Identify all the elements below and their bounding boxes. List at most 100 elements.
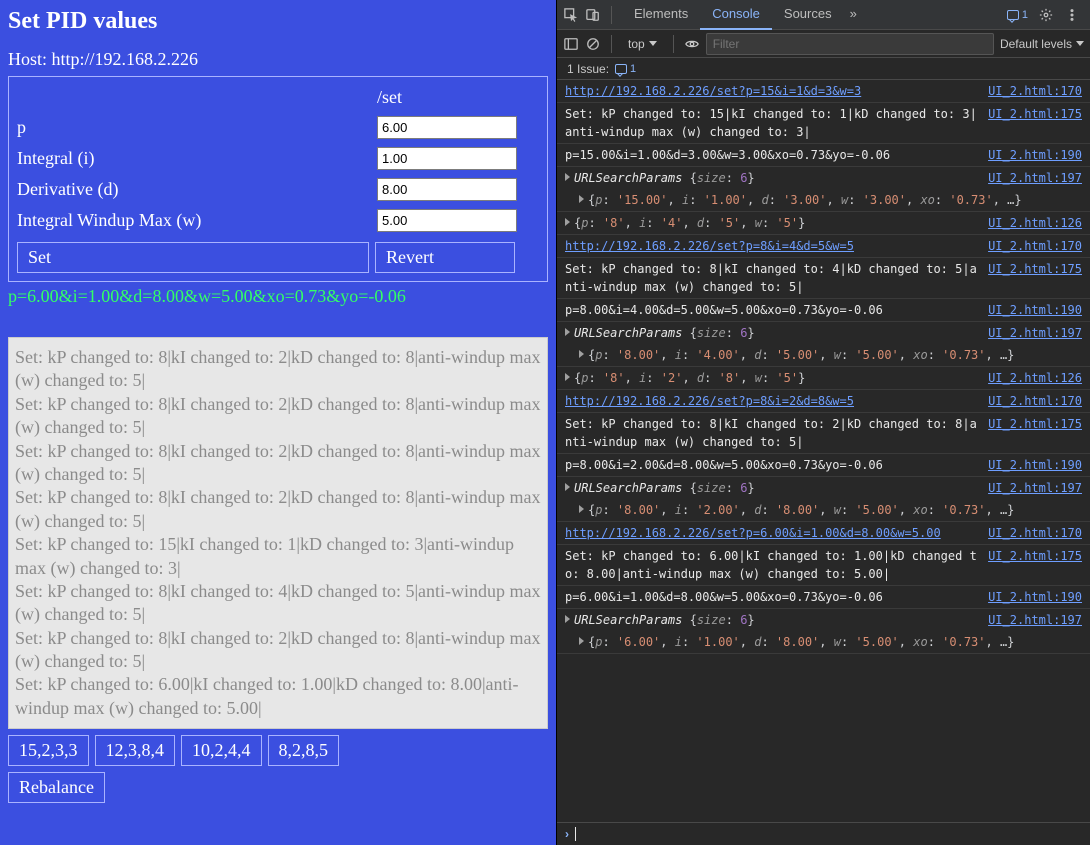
query-output: p=6.00&i=1.00&d=8.00&w=5.00&xo=0.73&yo=-… <box>8 286 548 307</box>
host-url: http://192.168.2.226 <box>52 49 199 69</box>
log-source-link[interactable]: UI_2.html:190 <box>988 588 1082 606</box>
label-w: Integral Windup Max (w) <box>17 205 377 236</box>
console-log[interactable]: http://192.168.2.226/set?p=15&i=1&d=3&w=… <box>557 80 1090 822</box>
label-i: Integral (i) <box>17 143 377 174</box>
label-d: Derivative (d) <box>17 174 377 205</box>
chevron-down-icon <box>649 41 657 46</box>
gear-icon[interactable] <box>1038 7 1054 23</box>
set-button[interactable]: Set <box>17 242 369 273</box>
log-url[interactable]: http://192.168.2.226/set?p=8&i=2&d=8&w=5 <box>565 394 854 408</box>
expand-icon[interactable] <box>579 505 584 513</box>
app-pane: Set PID values Host: http://192.168.2.22… <box>0 0 556 845</box>
levels-select[interactable]: Default levels <box>1000 37 1084 51</box>
expand-icon[interactable] <box>565 218 570 226</box>
preset-button[interactable]: 8,2,8,5 <box>268 735 340 766</box>
log-line: Set: kP changed to: 8|kI changed to: 2|k… <box>15 627 541 674</box>
pid-form: /set p Integral (i) Derivative (d) Integ… <box>8 76 548 282</box>
console-prompt[interactable]: › <box>557 822 1090 845</box>
expand-icon[interactable] <box>579 195 584 203</box>
input-d[interactable] <box>377 178 517 201</box>
log-url[interactable]: http://192.168.2.226/set?p=15&i=1&d=3&w=… <box>565 84 861 98</box>
expand-icon[interactable] <box>565 615 570 623</box>
tab-more[interactable]: » <box>844 0 863 30</box>
log-source-link[interactable]: UI_2.html:175 <box>988 547 1082 565</box>
log-text: Set: kP changed to: 6.00|kI changed to: … <box>565 547 980 583</box>
preset-row: 15,2,3,3 12,3,8,4 10,2,4,4 8,2,8,5 <box>8 735 548 766</box>
endpoint-label: /set <box>377 83 539 112</box>
input-w[interactable] <box>377 209 517 232</box>
log-line: Set: kP changed to: 8|kI changed to: 4|k… <box>15 580 541 627</box>
log-text: p=8.00&i=2.00&d=8.00&w=5.00&xo=0.73&yo=-… <box>565 456 980 474</box>
expand-icon[interactable] <box>579 350 584 358</box>
context-label: top <box>628 37 645 51</box>
log-line: Set: kP changed to: 8|kI changed to: 2|k… <box>15 440 541 487</box>
log-source-link[interactable]: UI_2.html:170 <box>988 524 1082 542</box>
log-line: Set: kP changed to: 8|kI changed to: 2|k… <box>15 393 541 440</box>
log-source-link[interactable]: UI_2.html:175 <box>988 415 1082 433</box>
log-source-link[interactable]: UI_2.html:126 <box>988 369 1082 387</box>
preset-button[interactable]: 12,3,8,4 <box>95 735 176 766</box>
filter-input[interactable] <box>706 33 994 55</box>
tab-sources[interactable]: Sources <box>772 0 844 30</box>
log-source-link[interactable]: UI_2.html:175 <box>988 105 1082 123</box>
log-source-link[interactable]: UI_2.html:190 <box>988 146 1082 164</box>
log-line: Set: kP changed to: 8|kI changed to: 2|k… <box>15 346 541 393</box>
separator <box>673 35 674 53</box>
device-icon[interactable] <box>585 7 601 23</box>
devtools-topbar: Elements Console Sources » 1 <box>557 0 1090 30</box>
chevron-down-icon <box>1076 41 1084 46</box>
log-line: Set: kP changed to: 6.00|kI changed to: … <box>15 673 541 720</box>
inspect-icon[interactable] <box>563 7 579 23</box>
expand-icon[interactable] <box>565 483 570 491</box>
expand-icon[interactable] <box>565 328 570 336</box>
levels-label: Default levels <box>1000 37 1072 51</box>
log-text: p=6.00&i=1.00&d=8.00&w=5.00&xo=0.73&yo=-… <box>565 588 980 606</box>
log-line: Set: kP changed to: 8|kI changed to: 2|k… <box>15 486 541 533</box>
log-source-link[interactable]: UI_2.html:175 <box>988 260 1082 278</box>
label-p: p <box>17 112 377 143</box>
log-text: Set: kP changed to: 8|kI changed to: 4|k… <box>565 260 980 296</box>
log-text: Set: kP changed to: 15|kI changed to: 1|… <box>565 105 980 141</box>
separator <box>611 35 612 53</box>
devtools-pane: Elements Console Sources » 1 top <box>556 0 1090 845</box>
expand-icon[interactable] <box>565 373 570 381</box>
log-source-link[interactable]: UI_2.html:170 <box>988 82 1082 100</box>
clear-console-icon[interactable] <box>585 36 601 52</box>
log-source-link[interactable]: UI_2.html:170 <box>988 237 1082 255</box>
issues-label: 1 Issue: <box>567 62 609 76</box>
log-text: p=8.00&i=4.00&d=5.00&w=5.00&xo=0.73&yo=-… <box>565 301 980 319</box>
tab-console[interactable]: Console <box>700 0 772 30</box>
preset-button[interactable]: 10,2,4,4 <box>181 735 262 766</box>
badge-count-value: 1 <box>1022 9 1028 21</box>
input-p[interactable] <box>377 116 517 139</box>
log-source-link[interactable]: UI_2.html:197 <box>988 611 1082 629</box>
expand-icon[interactable] <box>579 637 584 645</box>
log-line: Set: kP changed to: 15|kI changed to: 1|… <box>15 533 541 580</box>
kebab-icon[interactable] <box>1064 7 1080 23</box>
devtools-secondbar: top Default levels <box>557 30 1090 58</box>
host-prefix: Host: <box>8 49 52 69</box>
log-url[interactable]: http://192.168.2.226/set?p=6.00&i=1.00&d… <box>565 526 941 540</box>
tab-elements[interactable]: Elements <box>622 0 700 30</box>
input-i[interactable] <box>377 147 517 170</box>
log-source-link[interactable]: UI_2.html:197 <box>988 479 1082 497</box>
live-expression-icon[interactable] <box>684 36 700 52</box>
rebalance-button[interactable]: Rebalance <box>8 772 105 803</box>
revert-button[interactable]: Revert <box>375 242 515 273</box>
log-source-link[interactable]: UI_2.html:190 <box>988 456 1082 474</box>
log-text: Set: kP changed to: 8|kI changed to: 2|k… <box>565 415 980 451</box>
log-text: p=15.00&i=1.00&d=3.00&w=3.00&xo=0.73&yo=… <box>565 146 980 164</box>
log-source-link[interactable]: UI_2.html:170 <box>988 392 1082 410</box>
log-source-link[interactable]: UI_2.html:126 <box>988 214 1082 232</box>
log-url[interactable]: http://192.168.2.226/set?p=8&i=4&d=5&w=5 <box>565 239 854 253</box>
sidebar-toggle-icon[interactable] <box>563 36 579 52</box>
preset-button[interactable]: 15,2,3,3 <box>8 735 89 766</box>
issues-row[interactable]: 1 Issue: 1 <box>557 58 1090 80</box>
devtools-tabs: Elements Console Sources » <box>622 0 1001 30</box>
log-source-link[interactable]: UI_2.html:197 <box>988 324 1082 342</box>
issues-badge[interactable]: 1 <box>1007 9 1028 21</box>
expand-icon[interactable] <box>565 173 570 181</box>
context-select[interactable]: top <box>622 35 663 53</box>
log-source-link[interactable]: UI_2.html:190 <box>988 301 1082 319</box>
log-source-link[interactable]: UI_2.html:197 <box>988 169 1082 187</box>
